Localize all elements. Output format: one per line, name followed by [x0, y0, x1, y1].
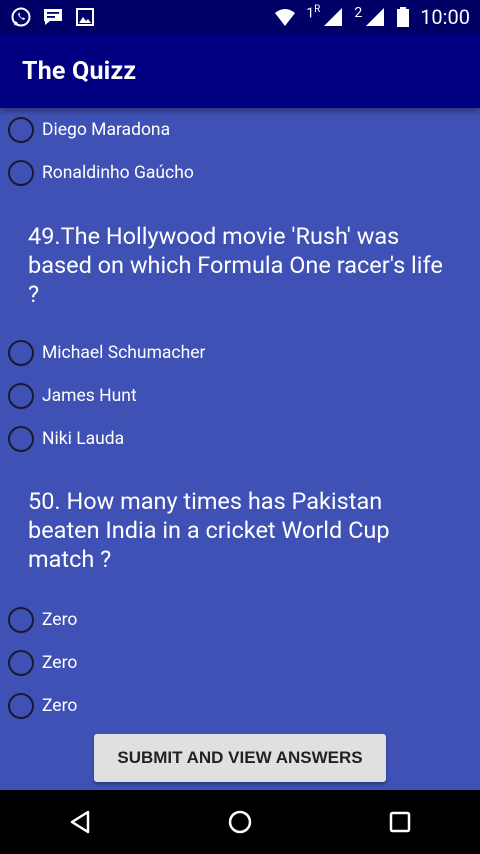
option-radio[interactable]: Niki Lauda — [8, 424, 124, 454]
sim1-label: 1R — [306, 4, 321, 22]
option-radio[interactable]: Zero — [8, 691, 77, 721]
status-bar: 1R 2 10:00 — [0, 0, 480, 34]
option-radio[interactable]: Diego Maradona — [8, 115, 170, 145]
quiz-scroll-area[interactable]: Diego Maradona Ronaldinho Gaúcho 49.The … — [0, 108, 480, 790]
option-radio[interactable]: James Hunt — [8, 381, 137, 411]
question-text: 49.The Hollywood movie 'Rush' was based … — [28, 222, 443, 308]
home-icon[interactable] — [210, 792, 270, 852]
option-radio[interactable]: Michael Schumacher — [8, 338, 205, 368]
option-label: Michael Schumacher — [42, 343, 206, 363]
app-title: The Quizz — [22, 56, 137, 86]
option-label: Zero — [42, 610, 78, 630]
wifi-icon — [274, 6, 296, 28]
option-radio[interactable]: Zero — [8, 648, 77, 678]
radio-button[interactable] — [8, 693, 34, 719]
signal-sim2-icon — [364, 6, 386, 28]
option-label: James Hunt — [42, 386, 137, 406]
back-icon[interactable] — [50, 792, 110, 852]
radio-button[interactable] — [8, 426, 34, 452]
message-icon — [42, 6, 64, 28]
option-label: Zero — [42, 696, 78, 716]
radio-button[interactable] — [8, 607, 34, 633]
notification-icons — [0, 6, 96, 28]
navigation-bar — [0, 790, 480, 854]
option-radio[interactable]: Zero — [8, 605, 77, 635]
whatsapp-icon — [10, 6, 32, 28]
submit-button[interactable]: SUBMIT AND VIEW ANSWERS — [94, 734, 386, 782]
radio-button[interactable] — [8, 650, 34, 676]
option-label: Ronaldinho Gaúcho — [42, 163, 194, 183]
app-bar: The Quizz — [0, 34, 480, 108]
question-text: 50. How many times has Pakistan beaten I… — [28, 487, 390, 573]
signal-sim1-icon — [322, 6, 344, 28]
radio-button[interactable] — [8, 340, 34, 366]
sim2-label: 2 — [354, 5, 363, 21]
recents-icon[interactable] — [370, 792, 430, 852]
image-icon — [74, 6, 96, 28]
roaming-indicator: R — [314, 4, 321, 16]
radio-button[interactable] — [8, 117, 34, 143]
status-time: 10:00 — [420, 5, 470, 29]
radio-button[interactable] — [8, 383, 34, 409]
system-status: 1R 2 10:00 — [274, 4, 480, 29]
option-radio[interactable]: Ronaldinho Gaúcho — [8, 158, 194, 188]
option-label: Diego Maradona — [42, 120, 171, 140]
radio-button[interactable] — [8, 160, 34, 186]
option-label: Zero — [42, 653, 78, 673]
battery-icon — [396, 6, 410, 28]
option-label: Niki Lauda — [42, 429, 125, 449]
